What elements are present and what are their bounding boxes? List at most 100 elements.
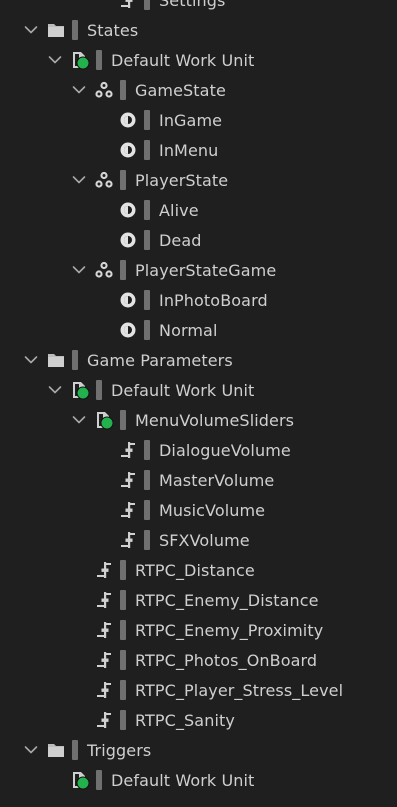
work-unit-icon xyxy=(93,405,115,435)
game-parameter-icon xyxy=(93,615,115,645)
tree-item-states[interactable]: States xyxy=(0,15,397,45)
tree-item-label: RTPC_Distance xyxy=(135,560,255,580)
color-tag xyxy=(144,290,150,310)
tree-item-mastervolume[interactable]: MasterVolume xyxy=(0,465,397,495)
tree-item-label: Triggers xyxy=(87,740,152,760)
color-tag xyxy=(144,0,150,10)
tree-item-dead[interactable]: Dead xyxy=(0,225,397,255)
color-tag xyxy=(120,80,126,100)
game-parameter-icon xyxy=(93,585,115,615)
tree-item-gameparams-work-unit[interactable]: Default Work Unit xyxy=(0,375,397,405)
tree-item-ingame[interactable]: InGame xyxy=(0,105,397,135)
tree-item-rtpc-enemy-proximity[interactable]: RTPC_Enemy_Proximity xyxy=(0,615,397,645)
color-tag xyxy=(96,50,102,70)
color-tag xyxy=(96,770,102,790)
tree-item-label: DialogueVolume xyxy=(159,440,291,460)
color-tag xyxy=(120,560,126,580)
state-group-icon xyxy=(93,165,115,195)
color-tag xyxy=(144,320,150,340)
tree-item-label: Default Work Unit xyxy=(111,770,255,790)
game-parameter-icon xyxy=(93,675,115,705)
tree-item-triggers[interactable]: Triggers xyxy=(0,735,397,765)
color-tag xyxy=(120,170,126,190)
tree-item-triggers-work-unit[interactable]: Default Work Unit xyxy=(0,765,397,795)
tree-item-normal[interactable]: Normal xyxy=(0,315,397,345)
tree-item-label: States xyxy=(87,20,139,40)
tree-item-label: MasterVolume xyxy=(159,470,275,490)
game-parameter-icon xyxy=(117,465,139,495)
color-tag xyxy=(144,440,150,460)
state-icon xyxy=(117,315,139,345)
tree-item-menuvolumesliders[interactable]: MenuVolumeSliders xyxy=(0,405,397,435)
chevron-down-icon[interactable] xyxy=(20,735,42,765)
tree-item-musicvolume[interactable]: MusicVolume xyxy=(0,495,397,525)
tree-item-label: Alive xyxy=(159,200,199,220)
chevron-down-icon[interactable] xyxy=(44,45,66,75)
color-tag xyxy=(72,350,78,370)
tree-item-rtpc-distance[interactable]: RTPC_Distance xyxy=(0,555,397,585)
tree-item-rtpc-sanity[interactable]: RTPC_Sanity xyxy=(0,705,397,735)
color-tag xyxy=(120,680,126,700)
color-tag xyxy=(144,140,150,160)
state-icon xyxy=(117,135,139,165)
work-unit-icon xyxy=(69,45,91,75)
tree-item-settings[interactable]: Settings xyxy=(0,0,397,15)
tree-item-playerstategame[interactable]: PlayerStateGame xyxy=(0,255,397,285)
tree-item-rtpc-photos-onboard[interactable]: RTPC_Photos_OnBoard xyxy=(0,645,397,675)
color-tag xyxy=(144,230,150,250)
color-tag xyxy=(72,20,78,40)
tree-item-label: InPhotoBoard xyxy=(159,290,268,310)
state-icon xyxy=(117,195,139,225)
project-explorer-tree: Settings States Default Work Unit GameSt… xyxy=(0,0,397,795)
tree-item-sfxvolume[interactable]: SFXVolume xyxy=(0,525,397,555)
color-tag xyxy=(120,710,126,730)
tree-item-label: Settings xyxy=(159,0,226,10)
tree-item-rtpc-enemy-distance[interactable]: RTPC_Enemy_Distance xyxy=(0,585,397,615)
folder-icon xyxy=(45,735,67,765)
tree-item-label: MenuVolumeSliders xyxy=(135,410,295,430)
tree-item-label: Default Work Unit xyxy=(111,50,255,70)
state-icon xyxy=(117,285,139,315)
state-group-icon xyxy=(93,75,115,105)
color-tag xyxy=(120,650,126,670)
game-parameter-icon xyxy=(117,435,139,465)
tree-item-game-parameters[interactable]: Game Parameters xyxy=(0,345,397,375)
tree-item-label: GameState xyxy=(135,80,226,100)
settings-icon xyxy=(117,0,139,15)
tree-item-label: RTPC_Photos_OnBoard xyxy=(135,650,318,670)
tree-item-playerstate[interactable]: PlayerState xyxy=(0,165,397,195)
game-parameter-icon xyxy=(93,555,115,585)
color-tag xyxy=(144,470,150,490)
color-tag xyxy=(72,740,78,760)
chevron-down-icon[interactable] xyxy=(68,75,90,105)
color-tag xyxy=(120,590,126,610)
tree-item-gamestate[interactable]: GameState xyxy=(0,75,397,105)
tree-item-inphotoboard[interactable]: InPhotoBoard xyxy=(0,285,397,315)
tree-item-rtpc-player-stress-level[interactable]: RTPC_Player_Stress_Level xyxy=(0,675,397,705)
tree-item-dialoguevolume[interactable]: DialogueVolume xyxy=(0,435,397,465)
tree-item-label: InGame xyxy=(159,110,223,130)
chevron-down-icon[interactable] xyxy=(20,345,42,375)
chevron-down-icon[interactable] xyxy=(68,165,90,195)
chevron-down-icon[interactable] xyxy=(68,405,90,435)
tree-item-label: Dead xyxy=(159,230,202,250)
color-tag xyxy=(120,260,126,280)
tree-item-label: RTPC_Sanity xyxy=(135,710,235,730)
tree-item-inmenu[interactable]: InMenu xyxy=(0,135,397,165)
tree-item-label: RTPC_Enemy_Proximity xyxy=(135,620,324,640)
tree-item-label: MusicVolume xyxy=(159,500,266,520)
state-icon xyxy=(117,105,139,135)
color-tag xyxy=(120,410,126,430)
chevron-down-icon[interactable] xyxy=(68,255,90,285)
game-parameter-icon xyxy=(93,705,115,735)
chevron-down-icon[interactable] xyxy=(20,15,42,45)
color-tag xyxy=(144,500,150,520)
tree-item-alive[interactable]: Alive xyxy=(0,195,397,225)
chevron-down-icon[interactable] xyxy=(44,375,66,405)
game-parameter-icon xyxy=(117,495,139,525)
tree-item-label: PlayerState xyxy=(135,170,229,190)
color-tag xyxy=(144,110,150,130)
work-unit-icon xyxy=(69,375,91,405)
tree-item-states-work-unit[interactable]: Default Work Unit xyxy=(0,45,397,75)
game-parameter-icon xyxy=(117,525,139,555)
